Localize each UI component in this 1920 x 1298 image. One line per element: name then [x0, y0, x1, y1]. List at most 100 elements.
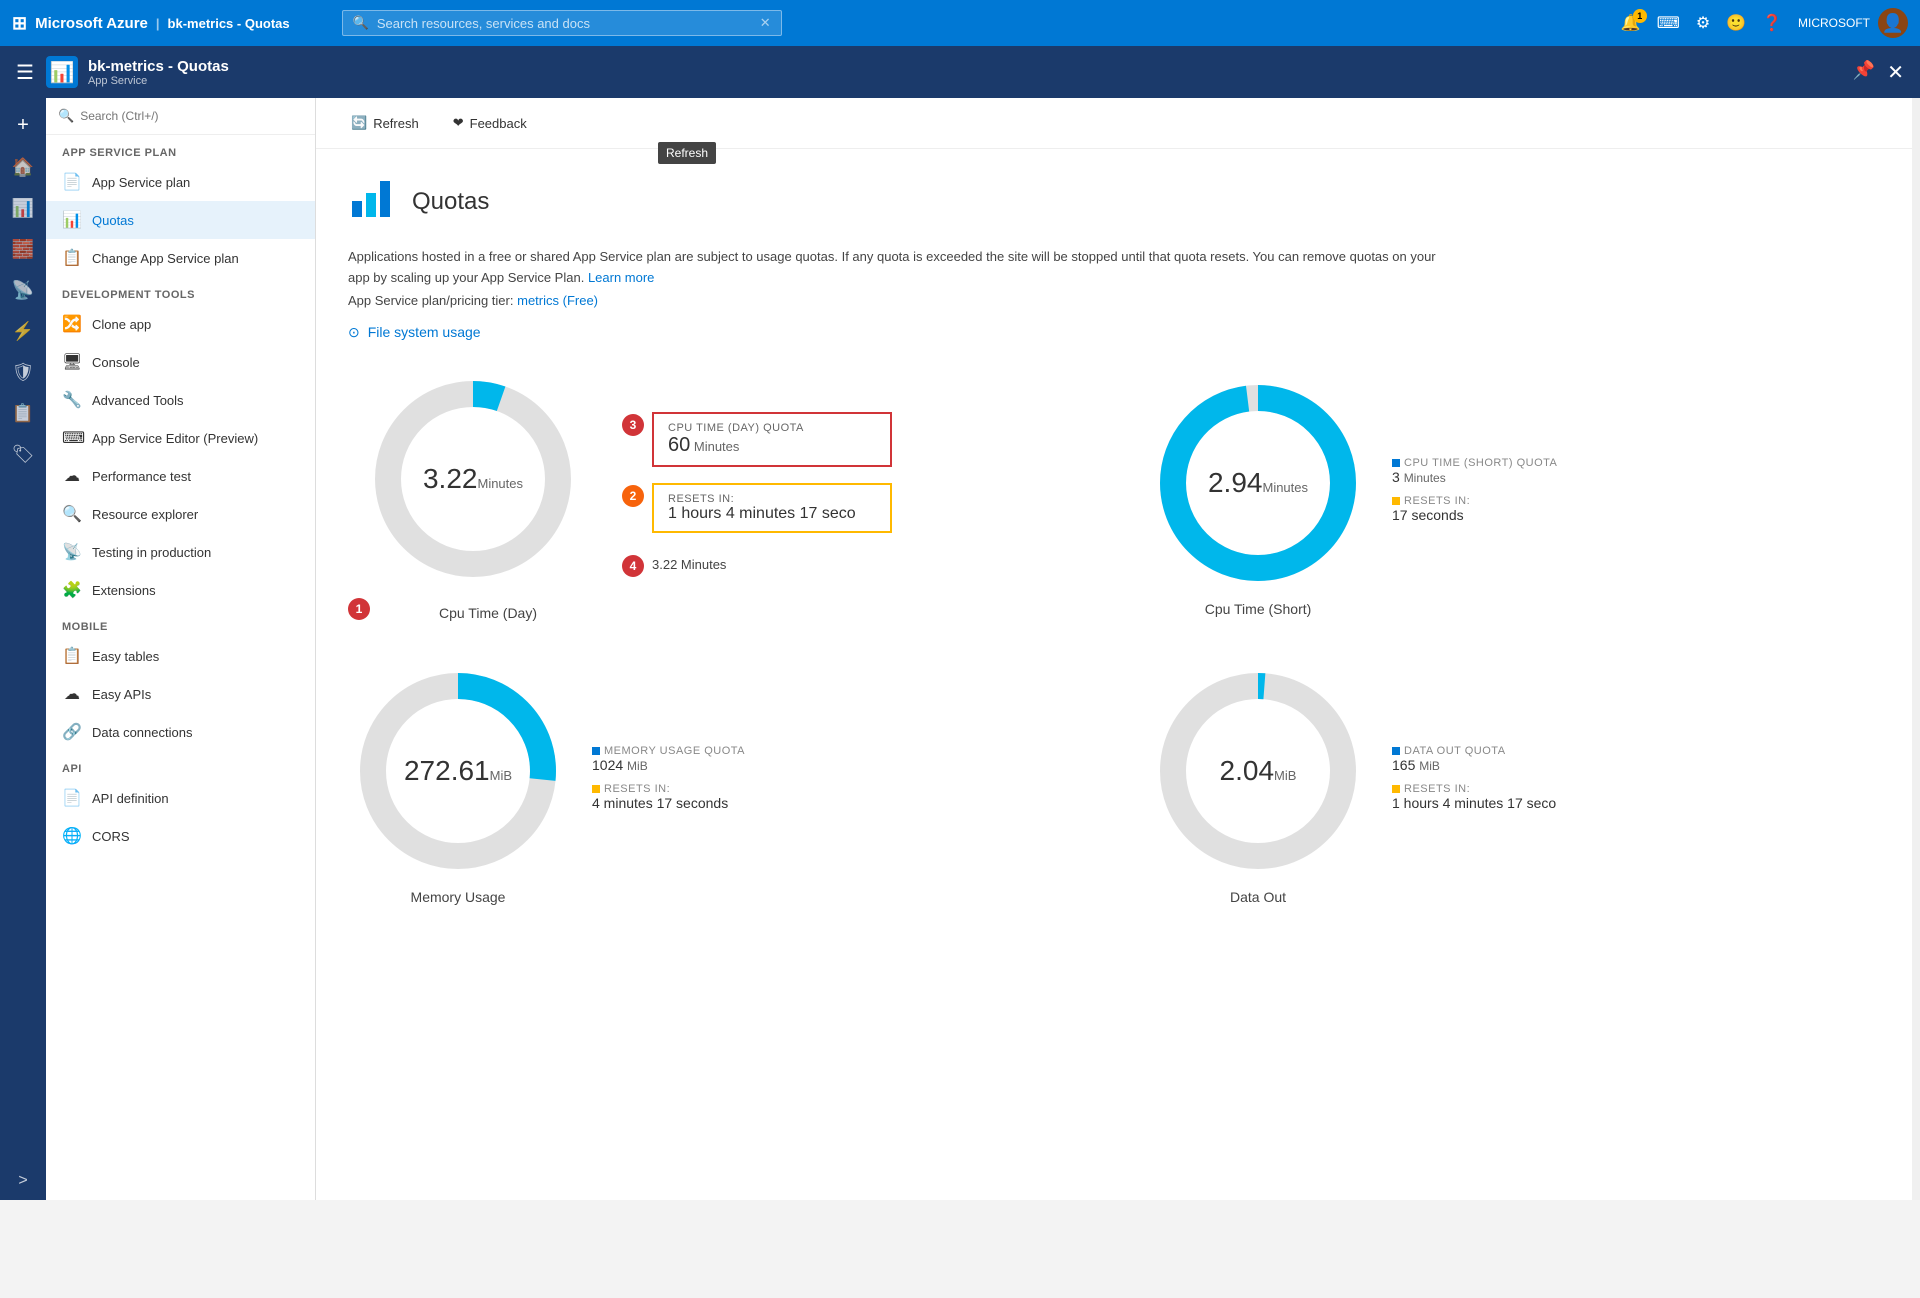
user-section[interactable]: MICROSOFT 👤: [1798, 8, 1908, 38]
nav-item-label: Clone app: [92, 317, 151, 332]
tag-icon[interactable]: 🏷: [6, 438, 41, 471]
resource-path: bk-metrics - Quotas: [168, 16, 290, 31]
file-usage-link[interactable]: ⊙ File system usage: [348, 324, 1888, 341]
global-search[interactable]: 🔍 ✕: [342, 10, 782, 36]
close-button[interactable]: ✕: [1887, 60, 1904, 85]
file-usage-icon: ⊙: [348, 324, 360, 341]
feedback-button[interactable]: ❤ Feedback: [438, 108, 542, 138]
chart-label-cpu_short: Cpu Time (Short): [1148, 601, 1368, 617]
donut-wrap-data_out: 2.04MiB Data Out: [1148, 661, 1368, 905]
nav-item-icon: 🖥: [62, 352, 82, 372]
chart-info-memory: MEMORY USAGE QUOTA 1024 MiB RESETS IN: 4…: [592, 745, 1088, 821]
chart-section-memory: 272.61MiB Memory Usage MEMORY USAGE QUOT…: [348, 661, 1088, 905]
shield-icon[interactable]: 🛡: [6, 356, 41, 389]
nav-item-app-service-plan[interactable]: 📄App Service plan: [46, 163, 315, 201]
nav-sidebar: 🔍 APP SERVICE PLAN📄App Service plan📊Quot…: [46, 98, 316, 1200]
notification-badge: 1: [1633, 9, 1647, 23]
donut-memory: 272.61MiB: [348, 661, 568, 881]
nav-section-label: MOBILE: [46, 609, 315, 637]
nav-item-testing-in-production[interactable]: 📡Testing in production: [46, 533, 315, 571]
dashboard-icon[interactable]: 📊: [6, 192, 40, 225]
donut-value-cpu_day: 3.22: [423, 463, 478, 494]
nav-item-icon: 📋: [62, 248, 82, 268]
nav-item-icon: ☁: [62, 684, 82, 704]
chart-info-cpu_day: 3 CPU TIME (DAY) QUOTA 60 Minutes 2 RESE…: [622, 412, 1088, 577]
settings-button[interactable]: ⚙: [1696, 13, 1710, 33]
nav-search-input[interactable]: [80, 109, 303, 123]
cloud-shell-button[interactable]: ⌨: [1657, 13, 1680, 33]
nav-item-label: Resource explorer: [92, 507, 198, 522]
nav-item-icon: 🔗: [62, 722, 82, 742]
chart-label-cpu_day: Cpu Time (Day): [378, 605, 598, 621]
lightning-icon[interactable]: ⚡: [6, 315, 40, 348]
donut-data_out: 2.04MiB: [1148, 661, 1368, 881]
quota-value: 3 Minutes: [1392, 469, 1888, 485]
close-search-icon[interactable]: ✕: [760, 15, 771, 31]
blue-dot: [1392, 747, 1400, 755]
nav-search-icon: 🔍: [58, 108, 74, 124]
chart-section-cpu_day: 3.22Minutes 1Cpu Time (Day) 3 CPU TIME (…: [348, 369, 1088, 621]
quota-info-row: CPU TIME (SHORT) QUOTA 3 Minutes: [1392, 457, 1888, 485]
nav-item-label: Easy tables: [92, 649, 159, 664]
quota-unit: Minutes: [694, 439, 740, 454]
nav-search[interactable]: 🔍: [46, 98, 315, 135]
refresh-tooltip: Refresh: [658, 142, 716, 164]
resets-label: RESETS IN:: [592, 783, 1088, 795]
resources-icon[interactable]: 🧱: [6, 233, 40, 266]
nav-item-advanced-tools[interactable]: 🔧Advanced Tools: [46, 381, 315, 419]
quota-info-row: MEMORY USAGE QUOTA 1024 MiB: [592, 745, 1088, 773]
feedback-button[interactable]: 🙂: [1726, 13, 1746, 33]
nav-item-extensions[interactable]: 🧩Extensions: [46, 571, 315, 609]
nav-item-clone-app[interactable]: 🔀Clone app: [46, 305, 315, 343]
add-icon[interactable]: +: [11, 108, 35, 143]
donut-value-cpu_short: 2.94: [1208, 467, 1263, 498]
refresh-icon: 🔄: [351, 115, 367, 131]
top-bar: ⊞ Microsoft Azure | bk-metrics - Quotas …: [0, 0, 1920, 46]
donut-value-data_out: 2.04: [1220, 755, 1275, 786]
nav-item-icon: 📋: [62, 646, 82, 666]
notifications-button[interactable]: 🔔 1: [1621, 13, 1641, 33]
nav-item-quotas[interactable]: 📊Quotas: [46, 201, 315, 239]
donut-wrap-cpu_day: 3.22Minutes 1Cpu Time (Day): [348, 369, 598, 621]
nav-item-easy-tables[interactable]: 📋 Easy tables: [46, 637, 315, 675]
quota-value: 1024 MiB: [592, 757, 1088, 773]
plan-link[interactable]: metrics (Free): [517, 293, 598, 308]
callout-group: 3 CPU TIME (DAY) QUOTA 60 Minutes 2 RESE…: [622, 412, 1088, 577]
quota-value: 165 MiB: [1392, 757, 1888, 773]
nav-item-cors[interactable]: 🌐CORS: [46, 817, 315, 855]
yellow-dot: [1392, 497, 1400, 505]
learn-more-link[interactable]: Learn more: [588, 270, 654, 285]
refresh-button[interactable]: 🔄 Refresh: [336, 108, 434, 138]
donut-unit-data_out: MiB: [1274, 768, 1296, 783]
pin-button[interactable]: 📌: [1853, 60, 1875, 85]
scrollbar-track[interactable]: [1912, 0, 1920, 1200]
hamburger-menu[interactable]: ☰: [16, 60, 34, 85]
nav-item-console[interactable]: 🖥Console: [46, 343, 315, 381]
nav-item-resource-explorer[interactable]: 🔍Resource explorer: [46, 495, 315, 533]
nav-item-icon: 📄: [62, 172, 82, 192]
badge-2: 2: [622, 485, 644, 507]
resets-value: 1 hours 4 minutes 17 seco: [1392, 795, 1888, 811]
monitor-icon[interactable]: 📡: [6, 274, 40, 307]
nav-item-icon: 📊: [62, 210, 82, 230]
nav-item-performance-test[interactable]: ☁Performance test: [46, 457, 315, 495]
quota-label: CPU TIME (DAY) QUOTA: [668, 422, 876, 434]
search-input[interactable]: [377, 16, 752, 31]
list-icon[interactable]: 📋: [6, 397, 40, 430]
nav-item-easy-apis[interactable]: ☁Easy APIs: [46, 675, 315, 713]
resets-info-row: RESETS IN: 4 minutes 17 seconds: [592, 783, 1088, 811]
user-label: MICROSOFT: [1798, 16, 1870, 30]
home-icon[interactable]: 🏠: [6, 151, 40, 184]
refresh-label: Refresh: [373, 116, 419, 131]
donut-value-memory: 272.61: [404, 755, 490, 786]
nav-item-change-app-service-plan[interactable]: 📋Change App Service plan: [46, 239, 315, 277]
nav-item-app-service-editor-(preview)[interactable]: ⌨App Service Editor (Preview): [46, 419, 315, 457]
nav-item-api-definition[interactable]: 📄API definition: [46, 779, 315, 817]
nav-item-data-connections[interactable]: 🔗Data connections: [46, 713, 315, 751]
resets-info-row: RESETS IN: 1 hours 4 minutes 17 seco: [1392, 783, 1888, 811]
help-button[interactable]: ❓: [1762, 13, 1782, 33]
expand-sidebar-button[interactable]: >: [8, 1162, 37, 1200]
quota-value: 60: [668, 434, 690, 456]
nav-sections: APP SERVICE PLAN📄App Service plan📊Quotas…: [46, 135, 315, 855]
chart-label-data_out: Data Out: [1148, 889, 1368, 905]
